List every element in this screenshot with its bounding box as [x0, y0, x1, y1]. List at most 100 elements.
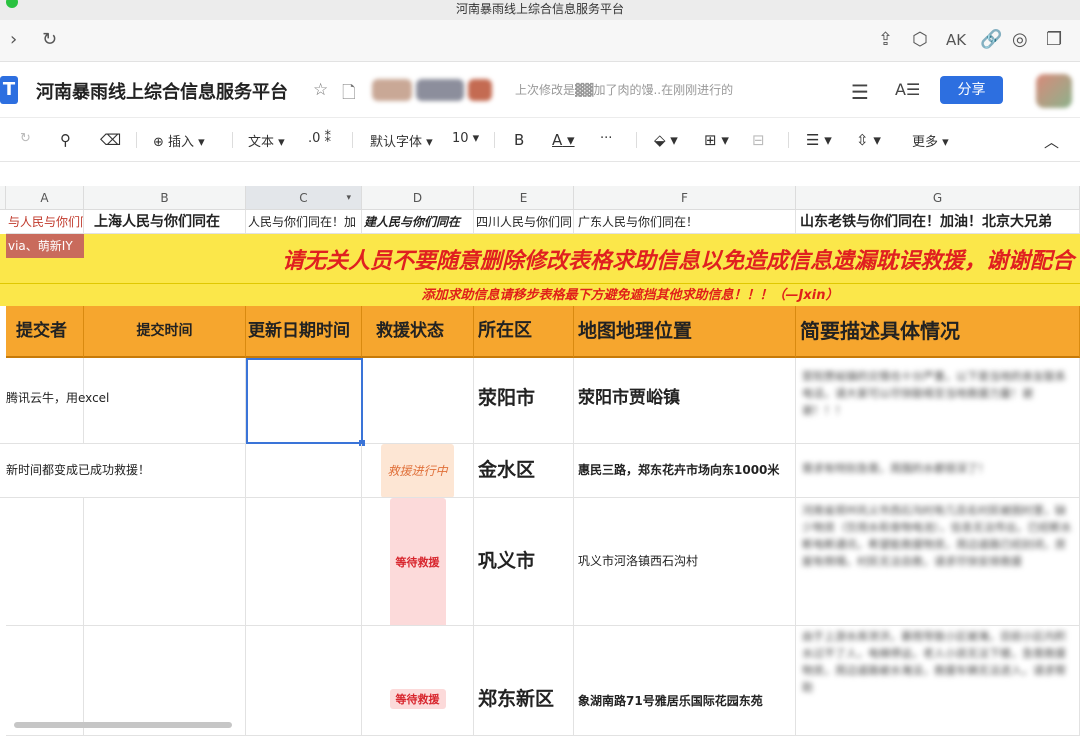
- text-format-icon[interactable]: A☰: [895, 80, 920, 99]
- forward-icon[interactable]: ›: [10, 30, 17, 50]
- header-rescue-status[interactable]: 救援状态: [362, 306, 474, 358]
- font-size-select[interactable]: 10 ▾: [452, 131, 479, 146]
- eraser-icon[interactable]: ⌫: [100, 131, 121, 149]
- collaborator-avatar[interactable]: [416, 79, 464, 101]
- table-row-4-status[interactable]: 等待救援: [362, 626, 474, 736]
- blurred-description: 荥阳贾峪镇的灾情也十分严重，以下是当地的亲友联系电话，请大家可以尽快联络至当地救…: [802, 370, 1066, 417]
- grid-cell[interactable]: 上海人民与你们同在: [84, 210, 246, 234]
- share-out-icon[interactable]: ⇪: [878, 30, 893, 50]
- grid-cell[interactable]: 人民与你们同在！加: [246, 210, 362, 234]
- table-row-4-submitter[interactable]: [6, 626, 84, 736]
- align-horizontal-icon[interactable]: ☰ ▾: [806, 131, 832, 149]
- warning-banner[interactable]: 请无关人员不要随意删除修改表格求助信息以免造成信息遗漏耽误救援，谢谢配合: [0, 234, 1080, 284]
- redo-icon[interactable]: ↻: [20, 131, 31, 146]
- table-row-4-description[interactable]: 由于上游水库泄洪，暴雨导致小区被淹，目前小区内积水过不了人，电梯停运，老人小孩无…: [796, 626, 1080, 736]
- table-row-3-status[interactable]: 等待救援: [362, 498, 474, 626]
- font-family-select[interactable]: 默认字体 ▾: [370, 131, 433, 150]
- grid-cell[interactable]: [246, 626, 362, 736]
- app-logo-icon[interactable]: T: [0, 76, 18, 104]
- grid-cell[interactable]: 山东老铁与你们同在！加油！北京大兄弟: [796, 210, 1080, 234]
- grid-cell[interactable]: [246, 498, 362, 626]
- column-header-c[interactable]: C ▾: [246, 186, 362, 210]
- table-row-1-location[interactable]: 荥阳市贾峪镇: [574, 358, 796, 444]
- table-row-3-description[interactable]: 河南省郑州巩义市西石沟村有几百名村民被困村里，缺少物资（饮用水和食物电池），信息…: [796, 498, 1080, 626]
- link-icon[interactable]: 🔗: [980, 30, 1002, 50]
- borders-icon[interactable]: ⊞ ▾: [704, 131, 729, 149]
- table-row-1-description[interactable]: 荥阳贾峪镇的灾情也十分严重，以下是当地的亲友联系电话，请大家可以尽快联络至当地救…: [796, 358, 1080, 444]
- column-header-g[interactable]: G: [796, 186, 1080, 210]
- reload-icon[interactable]: ↻: [42, 30, 57, 50]
- table-row-2-submitter[interactable]: 新时间都变成已成功救援！: [0, 444, 362, 498]
- column-header-a[interactable]: A: [6, 186, 84, 210]
- instruction-banner-text: 添加求助信息请移步表格最下方避免遮挡其他求助信息！！！（—Jxin）: [421, 288, 839, 303]
- header-submit-time[interactable]: 提交时间: [84, 306, 246, 358]
- collapse-toolbar-icon[interactable]: ︿: [1044, 131, 1059, 152]
- comment-note[interactable]: via、萌新IY: [6, 234, 84, 258]
- table-row-1-status[interactable]: [362, 358, 474, 444]
- toolbar-divider: [788, 132, 789, 148]
- doc-info-icon[interactable]: 🗋: [342, 80, 356, 109]
- share-button[interactable]: 分享: [940, 76, 1003, 104]
- number-format-menu[interactable]: 文本 ▾: [248, 131, 285, 150]
- grid-cell[interactable]: 四川人民与你们同: [474, 210, 574, 234]
- table-row-2-district[interactable]: 金水区: [474, 444, 574, 498]
- table-row-2-status[interactable]: 救援进行中: [362, 444, 474, 498]
- header-district[interactable]: 所在区: [474, 306, 574, 358]
- table-row-4-location[interactable]: 象湖南路71号雅居乐国际花园东苑: [574, 626, 796, 736]
- status-badge: 等待救援: [389, 689, 446, 709]
- decimal-stepper[interactable]: .0 ⁑: [308, 131, 331, 146]
- table-row-1-submitter[interactable]: 腾讯云牛，用excel: [0, 358, 109, 444]
- window-icon[interactable]: ❐: [1046, 30, 1062, 50]
- instruction-banner[interactable]: 添加求助信息请移步表格最下方避免遮挡其他求助信息！！！（—Jxin）: [0, 284, 1080, 306]
- more-formats-button[interactable]: ···: [600, 131, 612, 146]
- blurred-description: 需求有特别急需，周围的水都很深了！: [802, 462, 989, 475]
- table-row-4-district[interactable]: 郑东新区: [474, 626, 574, 736]
- user-avatar[interactable]: [1036, 74, 1072, 108]
- more-menu[interactable]: 更多 ▾: [912, 131, 949, 150]
- extension-cube-icon[interactable]: ⬡: [912, 30, 928, 50]
- toolbar-divider: [136, 132, 137, 148]
- font-family-label: 默认字体: [370, 135, 423, 150]
- grid-cell[interactable]: [84, 626, 246, 736]
- insert-label: 插入: [168, 135, 195, 150]
- fill-color-icon[interactable]: ⬙ ▾: [654, 131, 678, 149]
- collaborator-avatar[interactable]: [372, 79, 412, 101]
- header-map-location[interactable]: 地图地理位置: [574, 306, 796, 358]
- merge-cells-icon[interactable]: ⊟: [752, 131, 765, 149]
- doc-title[interactable]: 河南暴雨线上综合信息服务平台: [36, 78, 288, 104]
- window-zoom-button[interactable]: [6, 0, 18, 8]
- table-row-2-location[interactable]: 惠民三路，郑东花卉市场向东1000米: [574, 444, 796, 498]
- grid-cell[interactable]: [246, 358, 362, 444]
- collaborator-avatar[interactable]: [468, 79, 492, 101]
- blurred-description: 河南省郑州巩义市西石沟村有几百名村民被困村里，缺少物资（饮用水和食物电池），信息…: [802, 504, 1072, 568]
- compass-icon[interactable]: ◎: [1012, 30, 1028, 50]
- header-submitter[interactable]: 提交者: [6, 306, 84, 358]
- toolbar-divider: [352, 132, 353, 148]
- insert-menu[interactable]: ⊕ 插入 ▾: [153, 131, 205, 150]
- header-description[interactable]: 简要描述具体情况: [796, 306, 1080, 358]
- table-row-3-submitter[interactable]: [6, 498, 84, 626]
- header-update-time[interactable]: 更新日期时间: [246, 306, 362, 358]
- star-icon[interactable]: ☆: [313, 80, 328, 100]
- horizontal-scrollbar[interactable]: [14, 722, 232, 728]
- align-vertical-icon[interactable]: ⇳ ▾: [856, 131, 881, 149]
- status-badge: 救援进行中: [381, 444, 454, 497]
- chevron-down-icon[interactable]: ▾: [346, 186, 351, 210]
- grid-cell[interactable]: [84, 498, 246, 626]
- bold-button[interactable]: B: [514, 131, 524, 149]
- grid-cell[interactable]: 与人民与你们同: [6, 210, 84, 234]
- column-header-b[interactable]: B: [84, 186, 246, 210]
- column-header-e[interactable]: E: [474, 186, 574, 210]
- menu-icon[interactable]: ☰: [851, 80, 869, 104]
- table-row-3-district[interactable]: 巩义市: [474, 498, 574, 626]
- table-row-3-location[interactable]: 巩义市河洛镇西石沟村: [574, 498, 796, 626]
- text-color-button[interactable]: A ▾: [552, 131, 575, 149]
- column-header-d[interactable]: D: [362, 186, 474, 210]
- translate-icon[interactable]: AK: [946, 30, 966, 50]
- table-row-1-district[interactable]: 荥阳市: [474, 358, 574, 444]
- table-row-2-description[interactable]: 需求有特别急需，周围的水都很深了！: [796, 444, 1080, 498]
- format-painter-icon[interactable]: ⚲: [60, 131, 71, 149]
- column-header-f[interactable]: F: [574, 186, 796, 210]
- grid-cell[interactable]: 建人民与你们同在: [362, 210, 474, 234]
- grid-cell[interactable]: 广东人民与你们同在！: [574, 210, 796, 234]
